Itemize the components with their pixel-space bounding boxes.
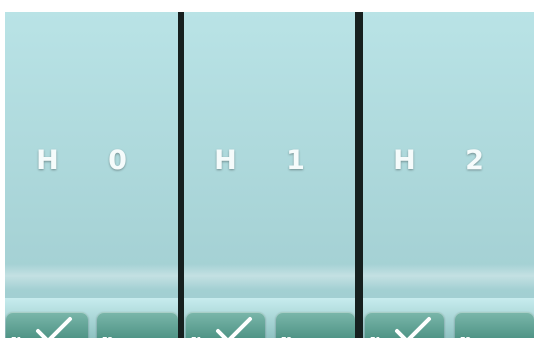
display-reflection	[363, 264, 534, 290]
display-code: H 0	[36, 145, 147, 176]
display-reflection	[184, 264, 355, 290]
f1-confirm-button[interactable]: F1	[365, 312, 444, 338]
f1-confirm-button[interactable]: F1	[6, 312, 88, 338]
display-code: H 1	[214, 145, 325, 176]
f1-confirm-button[interactable]: F1	[186, 312, 265, 338]
check-icon	[36, 317, 72, 338]
display-reflection	[5, 264, 178, 290]
f2-button[interactable]: F2	[455, 312, 534, 338]
check-icon	[395, 317, 431, 338]
check-icon	[216, 317, 252, 338]
display-strip: H 0 F1 F2 H 1 F1 F	[5, 12, 534, 338]
f2-button[interactable]: F2	[276, 312, 355, 338]
display-code: H 2	[393, 145, 504, 176]
screenshot-canvas: H 0 F1 F2 H 1 F1 F	[0, 0, 534, 338]
f2-button[interactable]: F2	[97, 312, 178, 338]
display-screen-3: H 2 F1 F2	[363, 12, 534, 338]
display-screen-2: H 1 F1 F2	[184, 12, 355, 338]
display-screen-1: H 0 F1 F2	[5, 12, 178, 338]
